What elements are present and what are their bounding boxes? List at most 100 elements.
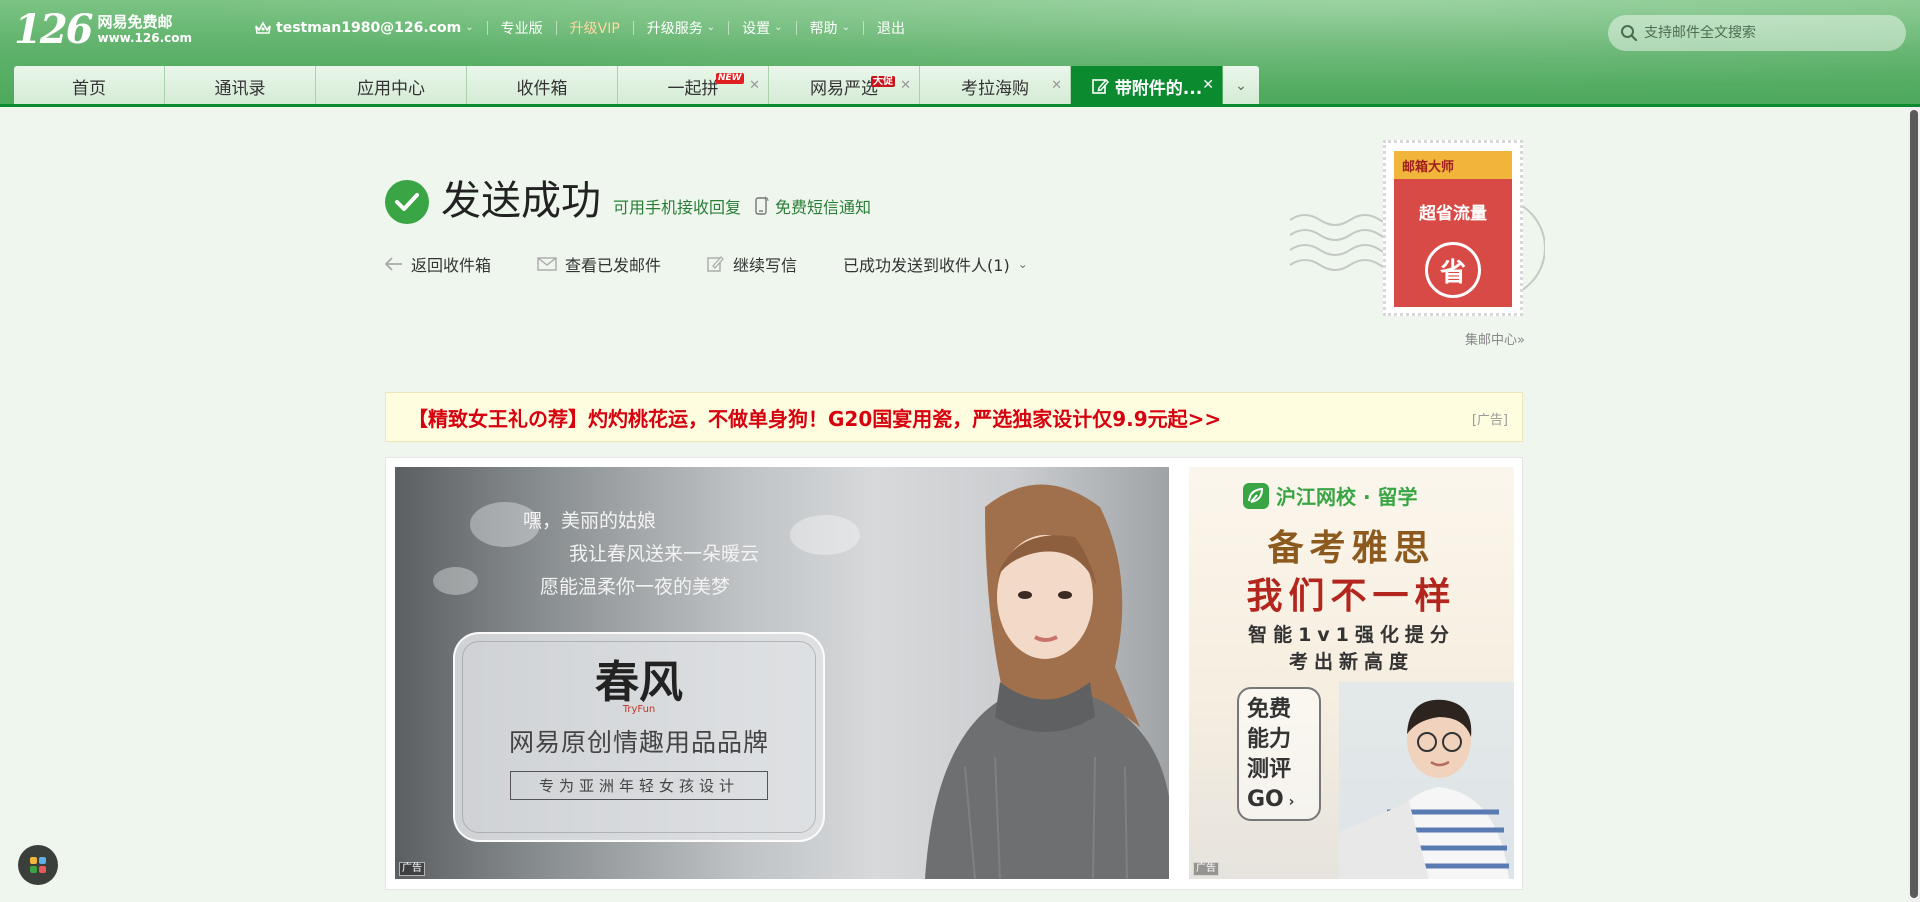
badge-line: 测评: [1247, 757, 1292, 782]
save-icon: 省: [1425, 242, 1481, 298]
stamp-card[interactable]: 邮箱大师 超省流量 省: [1383, 140, 1523, 316]
stamp-promo[interactable]: 邮箱大师 超省流量 省 集邮中心»: [1285, 140, 1545, 350]
close-icon[interactable]: ✕: [1202, 77, 1214, 93]
ad-tag: [广告]: [1471, 413, 1508, 428]
continue-write-label: 继续写信: [733, 256, 798, 275]
stamp-brand: 邮箱大师: [1394, 151, 1512, 179]
envelope-icon: [537, 257, 557, 271]
tab-label: 收件箱: [516, 78, 568, 99]
close-icon[interactable]: ✕: [900, 78, 911, 93]
divider: [632, 21, 634, 35]
upgrade-vip-link[interactable]: 升级VIP: [570, 18, 620, 38]
cloud-shape: [433, 567, 478, 595]
chevron-down-icon: ⌄: [774, 22, 783, 33]
back-to-inbox-label: 返回收件箱: [411, 256, 492, 275]
edit-icon: [707, 256, 724, 272]
tab-kaola[interactable]: 考拉海购 ✕: [920, 66, 1071, 106]
recipients-dropdown[interactable]: 已成功发送到收件人(1) ⌄: [843, 252, 1028, 276]
account-email: testman1980@126.com: [276, 20, 462, 36]
close-icon[interactable]: ✕: [749, 78, 760, 93]
tab-label: 应用中心: [357, 78, 425, 99]
search-input[interactable]: [1644, 25, 1884, 41]
hujiang-title-line2: 我们不一样: [1246, 576, 1457, 617]
brand-plate: 春风 TryFun 网易原创情趣用品品牌 专为亚洲年轻女孩设计: [453, 632, 825, 842]
ad-label: 广告: [1193, 862, 1219, 876]
badge-line: 能力: [1247, 727, 1292, 752]
sms-notice-link[interactable]: 免费短信通知: [755, 194, 871, 218]
scrollbar-thumb[interactable]: [1910, 110, 1918, 898]
hujiang-sub-line2: 考出新高度: [1288, 651, 1414, 673]
leaf-icon: [1243, 482, 1269, 509]
send-success-header: 发送成功 可用手机接收回复 免费短信通知: [385, 178, 871, 224]
poem-line: 愿能温柔你一夜的美梦: [540, 576, 731, 598]
stamp-body: 超省流量 省: [1394, 179, 1512, 307]
edit-icon: [1092, 78, 1109, 94]
account-menu[interactable]: testman1980@126.com ⌄: [254, 20, 474, 36]
divider: [555, 21, 557, 35]
divider: [486, 21, 488, 35]
chevron-down-icon: ⌄: [465, 22, 474, 33]
hujiang-banner[interactable]: 沪江网校 · 留学 备考雅思 我们不一样 智能1v1强化提分 考出新高度 免费: [1189, 467, 1514, 879]
cloud-shape: [790, 515, 860, 555]
close-icon[interactable]: ✕: [1051, 78, 1062, 93]
stamp-slogan: 超省流量: [1419, 204, 1487, 224]
search-box[interactable]: [1608, 15, 1906, 51]
chevron-down-icon: ⌄: [1017, 257, 1028, 271]
stamp-center-link[interactable]: 集邮中心»: [1465, 329, 1525, 348]
tab-label: 首页: [72, 78, 106, 99]
sms-notice-label: 免费短信通知: [775, 198, 872, 217]
pro-version-link[interactable]: 专业版: [501, 18, 543, 38]
tab-contacts[interactable]: 通讯录: [165, 66, 316, 106]
tab-underline: [0, 104, 1920, 107]
hujiang-title: 备考雅思 我们不一样: [1189, 525, 1514, 621]
tab-bar: 首页 通讯录 应用中心 收件箱 一起拼 NEW ✕ 网易严选 大促 ✕ 考拉海购…: [14, 66, 1259, 106]
tab-label: 考拉海购: [961, 78, 1029, 99]
tab-label: 网易严选: [810, 78, 878, 99]
app-grid-button[interactable]: [18, 845, 58, 885]
action-links: 返回收件箱 查看已发邮件 继续写信 已成功发送到收件人(1) ⌄: [385, 252, 1074, 276]
check-circle-icon: [385, 180, 429, 224]
header-bar: 126 网易免费邮 www.126.com testman1980@126.co…: [0, 0, 1920, 106]
free-test-badge[interactable]: 免费 能力 测评 GO ›: [1237, 687, 1321, 821]
promo-badge: 大促: [871, 76, 895, 87]
logout-link[interactable]: 退出: [877, 18, 905, 38]
tab-compose-active[interactable]: 带附件的... ✕: [1071, 66, 1222, 106]
brand-tag: 专为亚洲年轻女孩设计: [509, 771, 768, 800]
tab-label: 通讯录: [214, 78, 266, 99]
badge-line: 免费: [1247, 697, 1292, 722]
settings-label: 设置: [742, 21, 771, 37]
tab-inbox[interactable]: 收件箱: [467, 66, 618, 106]
hujiang-subtitle: 智能1v1强化提分 考出新高度: [1189, 622, 1514, 676]
top-nav: testman1980@126.com ⌄ 专业版 升级VIP 升级服务 ⌄ 设…: [254, 18, 905, 38]
chevron-down-icon: ⌄: [1235, 78, 1247, 94]
tab-more-button[interactable]: ⌄: [1223, 66, 1259, 106]
continue-write-link[interactable]: 继续写信: [707, 252, 797, 276]
help-menu[interactable]: 帮助 ⌄: [810, 18, 850, 38]
divider: [795, 21, 797, 35]
logo-title: 网易免费邮: [97, 13, 173, 31]
brand-logo-en: TryFun: [622, 704, 656, 715]
tab-home[interactable]: 首页: [14, 66, 165, 106]
logo-number: 126: [14, 6, 93, 53]
divider: [862, 21, 864, 35]
tab-yanxuan[interactable]: 网易严选 大促 ✕: [769, 66, 920, 106]
student-photo: [1339, 682, 1514, 879]
logo[interactable]: 126 网易免费邮 www.126.com: [14, 10, 192, 50]
ad-banners: 嘿，美丽的姑娘 我让春风送来一朵暖云 愿能温柔你一夜的美梦 春风 TryFun …: [385, 457, 1523, 890]
upgrade-service-menu[interactable]: 升级服务 ⌄: [647, 18, 715, 38]
arrow-left-icon: [385, 257, 402, 271]
mobile-reply-link[interactable]: 可用手机接收回复: [613, 194, 741, 218]
badge-go: GO ›: [1247, 785, 1319, 817]
ad-text-link[interactable]: 【精致女王礼の荐】灼灼桃花运，不做单身狗！G20国宴用瓷，严选独家设计仅9.9元…: [408, 403, 1221, 432]
ad-text-bar: 【精致女王礼の荐】灼灼桃花运，不做单身狗！G20国宴用瓷，严选独家设计仅9.9元…: [385, 392, 1523, 442]
settings-menu[interactable]: 设置 ⌄: [742, 18, 782, 38]
logo-url: www.126.com: [97, 31, 193, 45]
tab-app-center[interactable]: 应用中心: [316, 66, 467, 106]
badge-go-label: GO: [1247, 787, 1284, 812]
view-sent-link[interactable]: 查看已发邮件: [537, 252, 661, 276]
phone-icon: [755, 196, 769, 215]
back-to-inbox-link[interactable]: 返回收件箱: [385, 252, 491, 276]
tryfun-banner[interactable]: 嘿，美丽的姑娘 我让春风送来一朵暖云 愿能温柔你一夜的美梦 春风 TryFun …: [395, 467, 1169, 879]
tab-group-buy[interactable]: 一起拼 NEW ✕: [618, 66, 769, 106]
ad-label: 广告: [399, 862, 425, 876]
